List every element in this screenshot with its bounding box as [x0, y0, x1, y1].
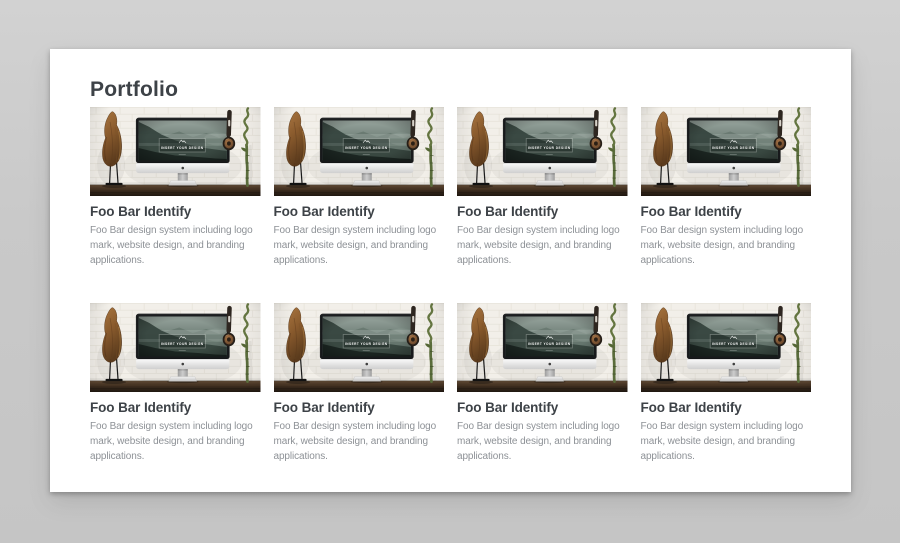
card-title: Foo Bar Identify [641, 203, 812, 220]
portfolio-grid: Foo Bar Identify Foo Bar design system i… [90, 107, 811, 464]
card-description-line: Foo Bar design system including logo [641, 223, 812, 238]
imac-mockup-photo [90, 107, 261, 196]
card-description-line: mark, website design, and branding [457, 238, 628, 253]
card-description-line: mark, website design, and branding [457, 434, 628, 449]
card-description: Foo Bar design system including logomark… [457, 419, 628, 464]
card-title: Foo Bar Identify [274, 399, 445, 416]
card-description-line: mark, website design, and branding [90, 434, 261, 449]
portfolio-thumbnail[interactable] [641, 107, 812, 196]
card-description-line: applications. [457, 449, 628, 464]
imac-mockup-photo [457, 107, 628, 196]
card-description-line: Foo Bar design system including logo [641, 419, 812, 434]
content-panel: Portfolio Foo Bar Identify Foo Bar desig… [50, 49, 851, 492]
page-title: Portfolio [90, 76, 811, 103]
portfolio-card: Foo Bar Identify Foo Bar design system i… [90, 107, 261, 268]
card-description-line: applications. [641, 449, 812, 464]
card-description: Foo Bar design system including logomark… [457, 223, 628, 268]
portfolio-card: Foo Bar Identify Foo Bar design system i… [457, 107, 628, 268]
imac-mockup-photo [641, 107, 812, 196]
imac-mockup-photo [457, 303, 628, 392]
card-description: Foo Bar design system including logomark… [641, 223, 812, 268]
portfolio-card: Foo Bar Identify Foo Bar design system i… [274, 303, 445, 464]
imac-mockup-photo [274, 303, 445, 392]
portfolio-thumbnail[interactable] [90, 107, 261, 196]
card-description-line: Foo Bar design system including logo [274, 223, 445, 238]
card-description-line: mark, website design, and branding [274, 434, 445, 449]
card-description-line: mark, website design, and branding [641, 238, 812, 253]
portfolio-thumbnail[interactable] [274, 303, 445, 392]
card-description-line: applications. [90, 253, 261, 268]
imac-mockup-photo [90, 303, 261, 392]
card-description-line: Foo Bar design system including logo [90, 223, 261, 238]
card-description-line: applications. [641, 253, 812, 268]
card-description-line: Foo Bar design system including logo [274, 419, 445, 434]
card-description-line: applications. [274, 449, 445, 464]
portfolio-card: Foo Bar Identify Foo Bar design system i… [641, 107, 812, 268]
portfolio-thumbnail[interactable] [457, 303, 628, 392]
portfolio-card: Foo Bar Identify Foo Bar design system i… [641, 303, 812, 464]
card-description-line: mark, website design, and branding [90, 238, 261, 253]
card-description-line: Foo Bar design system including logo [457, 419, 628, 434]
portfolio-thumbnail[interactable] [90, 303, 261, 392]
card-description-line: Foo Bar design system including logo [90, 419, 261, 434]
portfolio-thumbnail[interactable] [274, 107, 445, 196]
card-title: Foo Bar Identify [641, 399, 812, 416]
card-title: Foo Bar Identify [274, 203, 445, 220]
portfolio-thumbnail[interactable] [641, 303, 812, 392]
imac-mockup-photo [641, 303, 812, 392]
card-description-line: applications. [274, 253, 445, 268]
imac-mockup-photo [274, 107, 445, 196]
card-description: Foo Bar design system including logomark… [90, 223, 261, 268]
card-description-line: mark, website design, and branding [274, 238, 445, 253]
card-description-line: mark, website design, and branding [641, 434, 812, 449]
card-title: Foo Bar Identify [90, 399, 261, 416]
portfolio-thumbnail[interactable] [457, 107, 628, 196]
card-title: Foo Bar Identify [457, 203, 628, 220]
card-description-line: applications. [90, 449, 261, 464]
card-description: Foo Bar design system including logomark… [90, 419, 261, 464]
card-description-line: Foo Bar design system including logo [457, 223, 628, 238]
card-description: Foo Bar design system including logomark… [274, 223, 445, 268]
card-title: Foo Bar Identify [90, 203, 261, 220]
card-description-line: applications. [457, 253, 628, 268]
portfolio-card: Foo Bar Identify Foo Bar design system i… [457, 303, 628, 464]
portfolio-card: Foo Bar Identify Foo Bar design system i… [274, 107, 445, 268]
card-description: Foo Bar design system including logomark… [641, 419, 812, 464]
card-description: Foo Bar design system including logomark… [274, 419, 445, 464]
portfolio-card: Foo Bar Identify Foo Bar design system i… [90, 303, 261, 464]
card-title: Foo Bar Identify [457, 399, 628, 416]
